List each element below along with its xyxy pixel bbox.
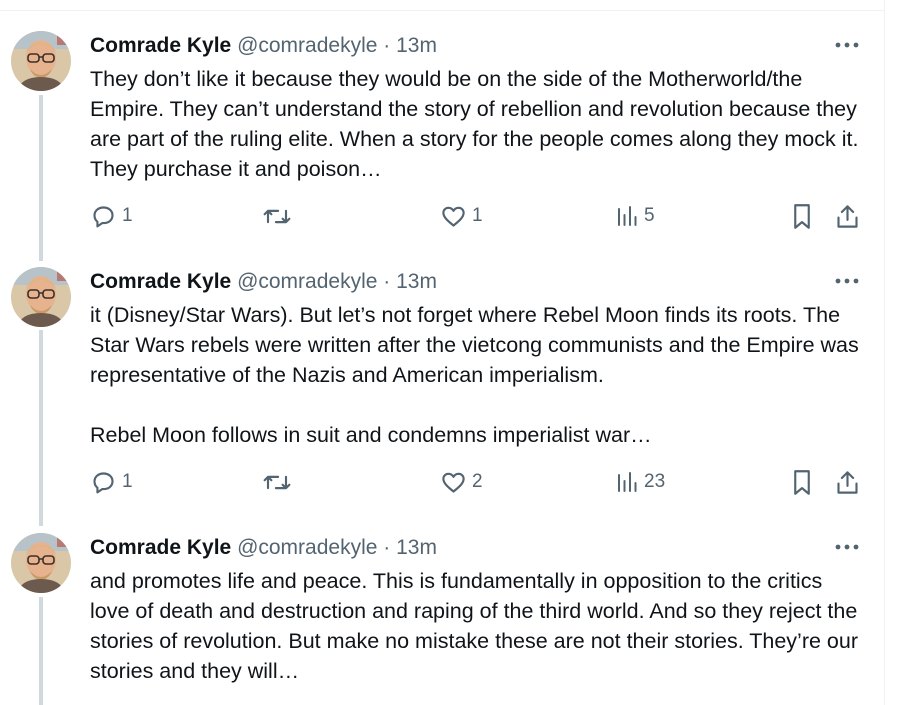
tweet-paragraph: Rebel Moon follows in suit and condemns … [90, 423, 652, 447]
tweet-header: Comrade Kyle @comradekyle · 13m [90, 34, 437, 58]
action-bar: 1 1 5 [90, 201, 870, 231]
share-icon [837, 470, 858, 494]
more-options-button[interactable] [834, 33, 860, 57]
reply-icon [93, 205, 114, 227]
avatar[interactable] [11, 31, 71, 91]
more-horizontal-icon [835, 544, 859, 550]
avatar-image [11, 267, 71, 327]
views-count: 5 [644, 205, 655, 226]
retweet-button[interactable] [262, 201, 297, 231]
share-icon [837, 204, 858, 228]
reply-icon [93, 471, 114, 493]
timestamp[interactable]: 13m [396, 270, 437, 293]
like-count: 2 [472, 471, 483, 492]
author-handle[interactable]: @comradekyle [237, 34, 377, 57]
tweet-header: Comrade Kyle @comradekyle · 13m [90, 270, 437, 294]
reply-count: 1 [122, 205, 133, 226]
retweet-icon [263, 209, 291, 223]
views-icon [618, 472, 637, 492]
like-button[interactable]: 1 [440, 201, 483, 231]
bookmark-icon [794, 203, 810, 229]
views-count: 23 [644, 471, 666, 492]
tweet-paragraph: it (Disney/Star Wars). But let’s not for… [90, 303, 859, 387]
heart-icon [442, 472, 465, 493]
reply-count: 1 [122, 471, 133, 492]
separator-dot: · [383, 34, 391, 57]
reply-button[interactable]: 1 [90, 201, 133, 231]
retweet-icon [263, 475, 291, 489]
author-name[interactable]: Comrade Kyle [90, 536, 231, 559]
author-handle[interactable]: @comradekyle [237, 270, 377, 293]
tweet-paragraph: and promotes life and peace. This is fun… [90, 569, 858, 683]
action-bar: 1 2 23 [90, 467, 870, 497]
thread-line [39, 597, 43, 705]
tweet-paragraph: They don’t like it because they would be… [90, 67, 859, 181]
separator-dot: · [383, 536, 391, 559]
views-button[interactable]: 23 [615, 467, 665, 497]
views-button[interactable]: 5 [615, 201, 655, 231]
separator-dot: · [383, 270, 391, 293]
retweet-button[interactable] [262, 467, 297, 497]
more-options-button[interactable] [834, 535, 860, 559]
like-count: 1 [472, 205, 483, 226]
column-border [884, 0, 885, 705]
tweet-header: Comrade Kyle @comradekyle · 13m [90, 536, 437, 560]
more-horizontal-icon [835, 42, 859, 48]
avatar-image [11, 533, 71, 593]
avatar[interactable] [11, 533, 71, 593]
like-button[interactable]: 2 [440, 467, 483, 497]
tweet-text: and promotes life and peace. This is fun… [90, 566, 860, 686]
timestamp[interactable]: 13m [396, 34, 437, 57]
tweet-text: They don’t like it because they would be… [90, 64, 860, 184]
bookmark-icon [794, 469, 810, 495]
share-button[interactable] [834, 467, 861, 497]
tweet-text: it (Disney/Star Wars). But let’s not for… [90, 300, 860, 450]
tweet[interactable]: Comrade Kyle @comradekyle · 13m They don… [0, 0, 884, 260]
reply-button[interactable]: 1 [90, 467, 133, 497]
bookmark-button[interactable] [790, 201, 814, 231]
avatar[interactable] [11, 267, 71, 327]
author-name[interactable]: Comrade Kyle [90, 270, 231, 293]
avatar-image [11, 31, 71, 91]
author-name[interactable]: Comrade Kyle [90, 34, 231, 57]
timestamp[interactable]: 13m [396, 536, 437, 559]
more-horizontal-icon [835, 278, 859, 284]
heart-icon [442, 206, 465, 227]
share-button[interactable] [834, 201, 861, 231]
thread-line [39, 330, 43, 526]
bookmark-button[interactable] [790, 467, 814, 497]
author-handle[interactable]: @comradekyle [237, 536, 377, 559]
more-options-button[interactable] [834, 269, 860, 293]
views-icon [618, 206, 637, 226]
